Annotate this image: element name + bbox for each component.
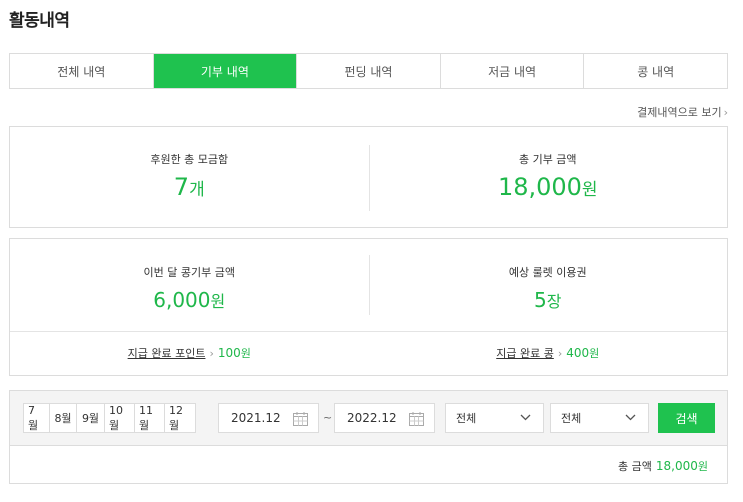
search-button[interactable]: 검색 [658,403,715,433]
month-button-10[interactable]: 10월 [104,403,135,433]
funds-stat: 후원한 총 모금함 7개 [10,151,369,201]
status-select[interactable]: 전체 [550,403,649,433]
start-date-field[interactable]: 2021.12 [218,403,319,433]
points-paid-row: 지급 완료 포인트 › 100원 [10,345,369,361]
calendar-icon [409,412,424,426]
points-paid-value: 100 [217,346,241,360]
roulette-label: 예상 룰렛 이용권 [508,266,587,279]
total-amount-label: 총 금액 [618,460,652,473]
month-button-9[interactable]: 9월 [76,403,105,433]
funds-value: 7 [173,173,190,201]
bean-donation-stat: 이번 달 콩기부 금액 6,000원 [10,264,369,312]
funds-label: 후원한 총 모금함 [150,153,229,166]
category-select-value: 전체 [456,412,477,425]
total-amount-unit: 원 [697,460,708,473]
roulette-stat: 예상 룰렛 이용권 5장 [369,264,728,312]
start-date-value: 2021.12 [231,411,281,425]
roulette-value-line: 5장 [369,288,728,312]
donation-summary-card: 후원한 총 모금함 7개 총 기부 금액 18,000원 [9,126,728,228]
total-donation-value-line: 18,000원 [369,173,728,201]
search-filter-bar: 7월 8월 9월 10월 11월 12월 2021.12 ~ 2022.12 전… [9,390,728,446]
month-button-7[interactable]: 7월 [23,403,50,433]
divider [10,331,727,332]
chevron-right-icon: › [209,347,214,360]
total-amount: 총 금액 18,000원 [618,458,708,474]
total-amount-value: 18,000 [655,459,698,473]
funds-value-line: 7개 [10,173,369,201]
end-date-value: 2022.12 [347,411,397,425]
status-select-value: 전체 [561,412,582,425]
date-range-separator: ~ [323,411,333,424]
monthly-summary-card: 이번 달 콩기부 금액 6,000원 예상 룰렛 이용권 5장 지급 완료 포인… [9,238,728,376]
funds-unit: 개 [189,180,205,200]
month-button-8[interactable]: 8월 [49,403,77,433]
tab-all[interactable]: 전체 내역 [10,54,154,88]
month-buttons: 7월 8월 9월 10월 11월 12월 [23,403,196,433]
chevron-down-icon [625,414,636,421]
bean-donation-value: 6,000 [153,288,211,312]
roulette-unit: 장 [546,292,562,311]
calendar-icon [293,412,308,426]
total-donation-stat: 총 기부 금액 18,000원 [369,151,728,201]
points-paid-link[interactable]: 지급 완료 포인트 [128,347,206,360]
month-button-12[interactable]: 12월 [164,403,196,433]
total-amount-bar: 총 금액 18,000원 [9,446,728,484]
beans-paid-value: 400 [566,346,590,360]
payment-history-link-label: 결제내역으로 보기 [637,106,722,119]
category-select[interactable]: 전체 [445,403,544,433]
beans-paid-unit: 원 [589,347,600,360]
tab-funding[interactable]: 펀딩 내역 [297,54,441,88]
month-button-11[interactable]: 11월 [134,403,165,433]
tab-bean[interactable]: 콩 내역 [584,54,727,88]
bean-donation-unit: 원 [210,292,226,311]
page-title: 활동내역 [9,11,70,31]
total-donation-unit: 원 [581,180,598,200]
end-date-field[interactable]: 2022.12 [334,403,435,433]
total-donation-value: 18,000 [497,173,582,201]
roulette-value: 5 [534,288,547,312]
total-donation-label: 총 기부 금액 [518,153,577,166]
tab-donation[interactable]: 기부 내역 [153,54,298,88]
activity-tabs: 전체 내역 기부 내역 펀딩 내역 저금 내역 콩 내역 [9,53,728,89]
chevron-right-icon: › [723,106,728,119]
chevron-down-icon [520,414,531,421]
chevron-right-icon: › [557,347,563,360]
payment-history-link[interactable]: 결제내역으로 보기 › [637,104,728,120]
tab-savings[interactable]: 저금 내역 [441,54,585,88]
bean-donation-value-line: 6,000원 [10,288,369,312]
points-paid-unit: 원 [240,347,251,360]
bean-donation-label: 이번 달 콩기부 금액 [143,266,235,279]
beans-paid-row: 지급 완료 콩 › 400원 [369,345,728,361]
beans-paid-link[interactable]: 지급 완료 콩 [496,347,554,360]
